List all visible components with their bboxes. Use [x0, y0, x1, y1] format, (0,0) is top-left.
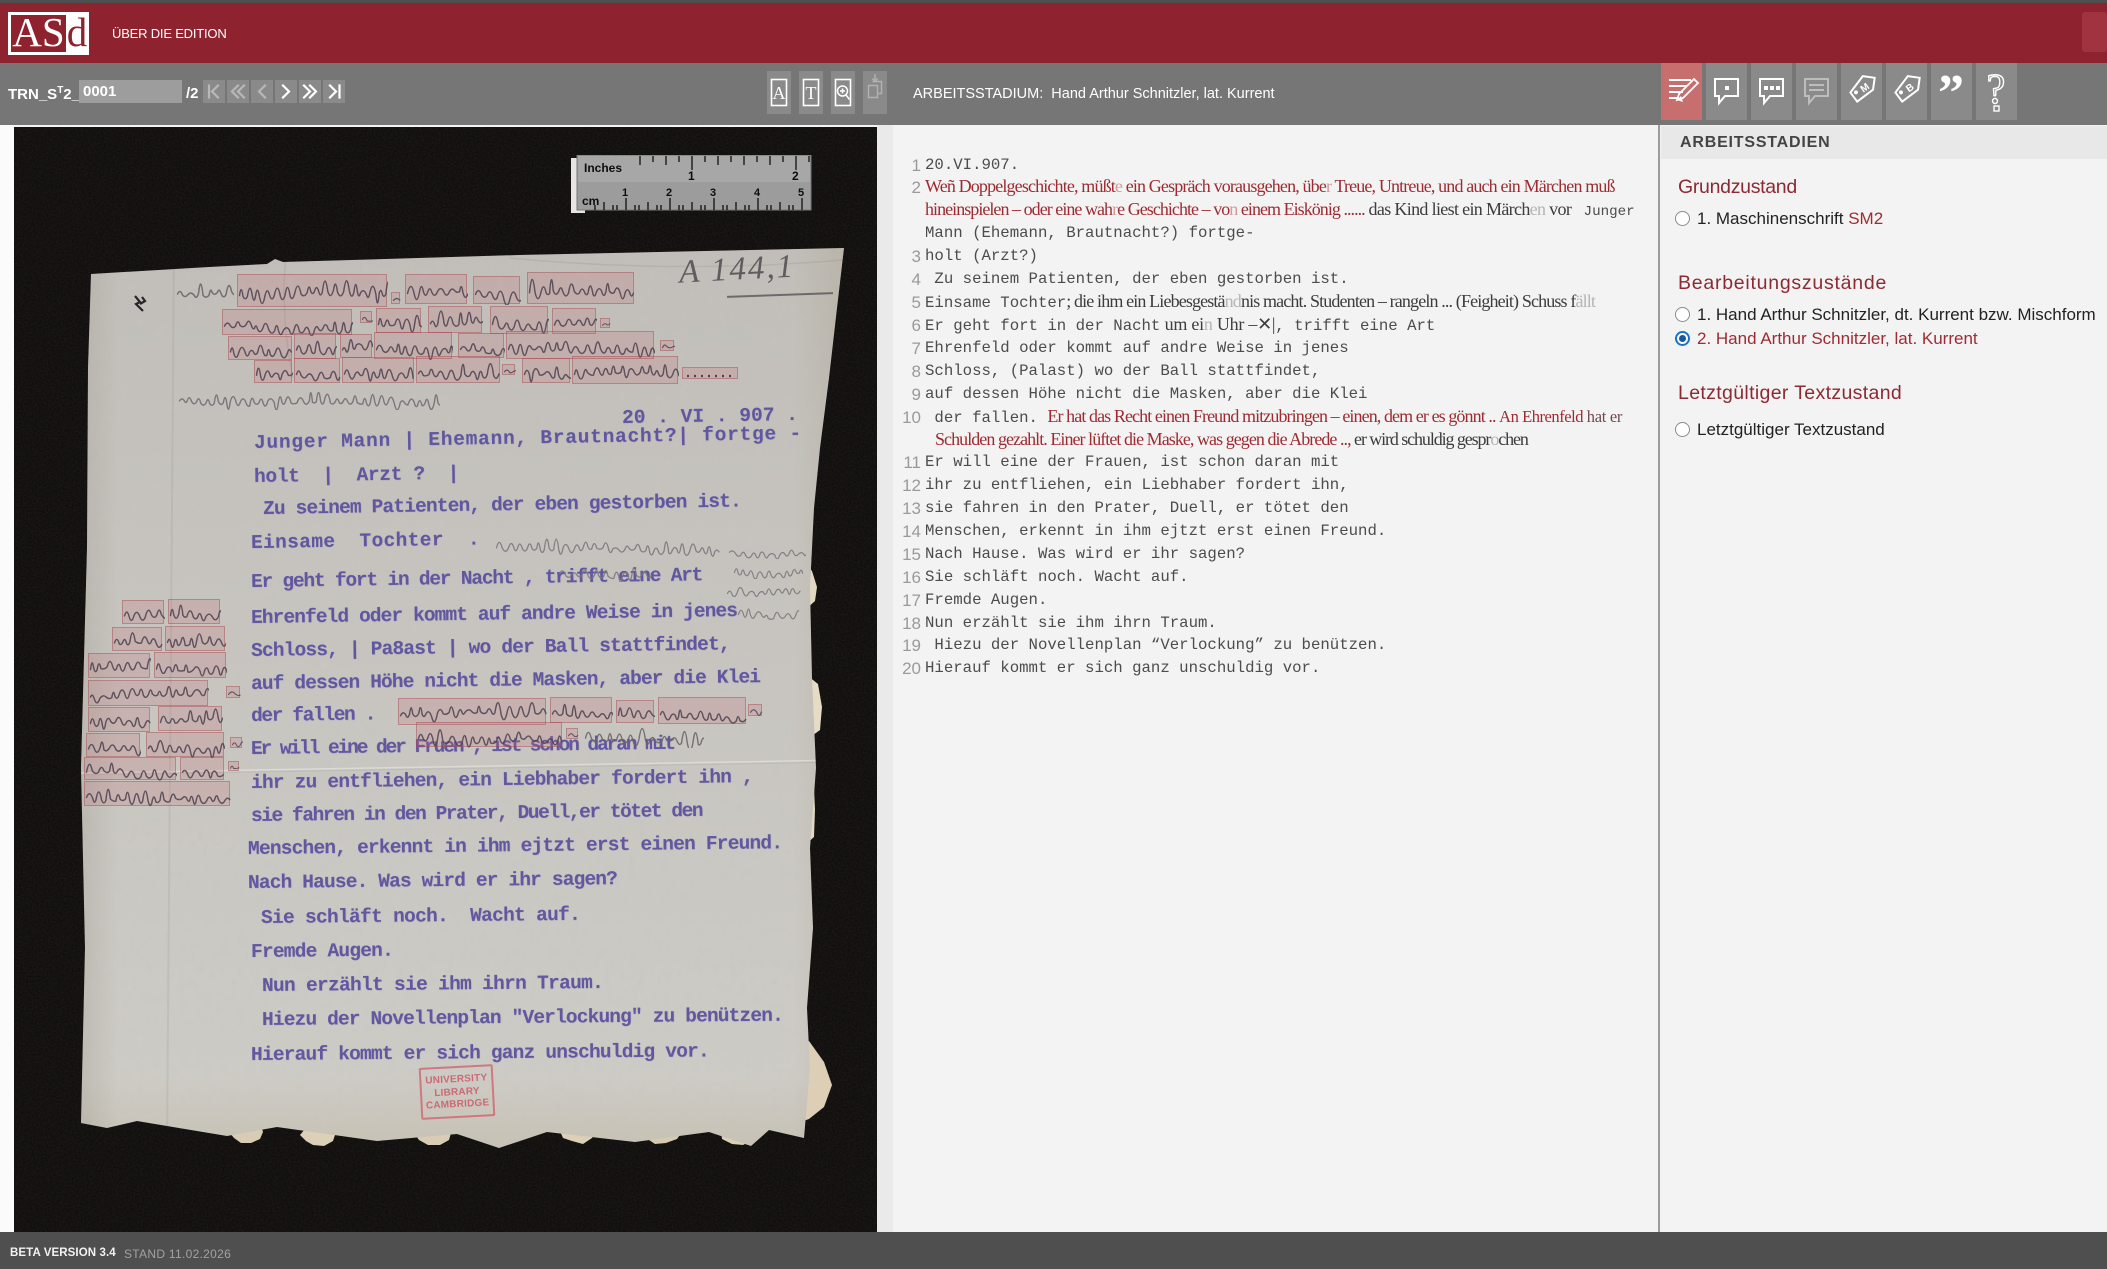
svg-text:cm: cm: [582, 194, 599, 208]
svg-text:A: A: [773, 83, 786, 103]
svg-text:T: T: [806, 83, 817, 103]
svg-text:2: 2: [666, 187, 672, 199]
svg-text:2: 2: [792, 169, 799, 183]
svg-text:1: 1: [622, 187, 628, 199]
svg-text:1: 1: [688, 169, 695, 183]
svg-text:”: ”: [1938, 65, 1964, 120]
svg-text:4: 4: [754, 187, 761, 199]
svg-text:5: 5: [798, 187, 804, 199]
svg-text:3: 3: [710, 187, 716, 199]
svg-text:Inches: Inches: [584, 161, 622, 175]
